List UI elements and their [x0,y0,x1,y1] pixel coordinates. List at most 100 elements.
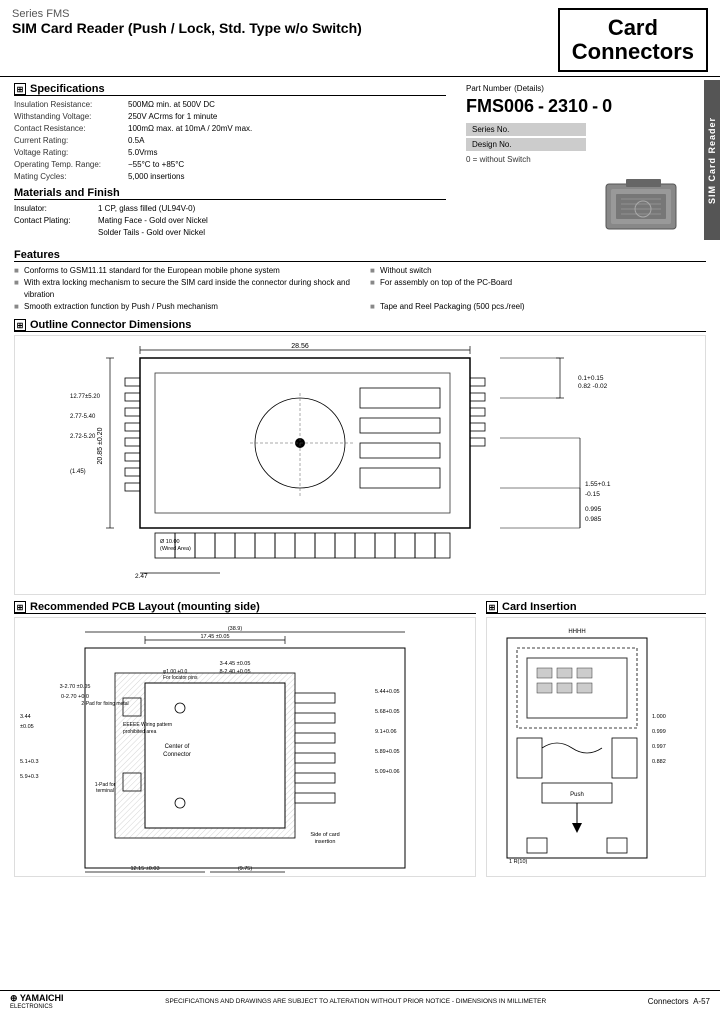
svg-text:12.77±5.20: 12.77±5.20 [70,394,101,400]
svg-text:1.55+0.1: 1.55+0.1 [585,481,611,488]
spec-row: Mating Cycles:5,000 insertions [14,171,446,183]
svg-text:(9.75): (9.75) [238,866,253,872]
mat-row: Contact Plating:Mating Face - Gold over … [14,215,446,227]
svg-text:Side of card: Side of card [310,832,339,838]
svg-text:(Wired Area): (Wired Area) [160,546,191,552]
specs-part-row: ⊞ Specifications Insulation Resistance:5… [14,83,706,241]
part-number-section: Part Number (Details) FMS006 - 2310 - 0 … [466,83,706,164]
svg-text:5.68+0.05: 5.68+0.05 [375,709,400,715]
svg-text:5.09+0.06: 5.09+0.06 [375,769,400,775]
card-insertion-title: ⊞ Card Insertion [486,601,706,614]
category-box: Card Connectors [558,8,708,72]
svg-text:5.44+0.05: 5.44+0.05 [375,689,400,695]
svg-text:8-2.40 +0.05: 8-2.40 +0.05 [219,669,250,675]
svg-text:1.000: 1.000 [652,714,666,720]
outline-title: ⊞ Outline Connector Dimensions [14,319,706,332]
side-label: SIM Card Reader [704,80,720,240]
svg-text:ΗΗΗΗ: ΗΗΗΗ [568,629,585,635]
features-title: Features [14,249,706,262]
svg-text:Center of: Center of [165,744,190,750]
svg-text:2-Pad for fixing metal: 2-Pad for fixing metal [81,701,128,707]
svg-text:2.47: 2.47 [135,573,148,580]
spec-row: Contact Resistance:100mΩ max. at 10mA / … [14,123,446,135]
card-insertion-block: ⊞ Card Insertion [486,601,706,911]
svg-text:12.15 ±0.03: 12.15 ±0.03 [130,866,159,872]
svg-text:0.882: 0.882 [652,759,666,765]
part-number-block: Part Number (Details) FMS006 - 2310 - 0 … [466,83,706,241]
outline-icon: ⊞ [14,319,26,331]
svg-text:9.1+0.06: 9.1+0.06 [375,729,397,735]
footer-logo: ⊕ YAMAICHI [10,993,64,1004]
svg-text:5.89+0.05: 5.89+0.05 [375,749,400,755]
pn-code: FMS006 - 2310 - 0 [466,96,706,117]
spec-row: Withstanding Voltage:250V ACrms for 1 mi… [14,111,446,123]
svg-text:0.997: 0.997 [652,744,666,750]
specs-icon: ⊞ [14,83,26,95]
main-content: ⊞ Specifications Insulation Resistance:5… [0,77,720,915]
svg-text:1 R(10): 1 R(10) [509,859,528,865]
specs-table: Insulation Resistance:500MΩ min. at 500V… [14,99,446,183]
feature-item: ■Without switch [370,265,706,277]
specs-title: ⊞ Specifications [14,83,446,96]
product-title: SIM Card Reader (Push / Lock, Std. Type … [12,20,362,36]
svg-text:EEEEE Wiring pattern: EEEEE Wiring pattern [123,722,172,728]
ci-svg: Push 1.000 0.999 0.997 0.882 1 R(10) ΗΗΗ… [487,618,702,877]
svg-text:17.45 ±0.05: 17.45 ±0.05 [200,634,229,640]
specs-block: ⊞ Specifications Insulation Resistance:5… [14,83,446,241]
svg-text:0.999: 0.999 [652,729,666,735]
svg-text:±0.05: ±0.05 [20,724,34,730]
feature-item: ■With extra locking mechanism to secure … [14,277,350,301]
pcb-icon: ⊞ [14,601,26,613]
svg-text:2.72-5.20: 2.72-5.20 [70,434,96,440]
product-image-area [466,174,706,241]
materials-title: Materials and Finish [14,187,446,200]
materials-table: Insulator:1 CP, glass filled (UL94V-0) C… [14,203,446,239]
mat-row: Solder Tails - Gold over Nickel [14,227,446,239]
pcb-diagram: Center of Connector Side of card inserti… [14,617,476,877]
features-block: Features ■Conforms to GSM11.11 standard … [14,249,706,313]
svg-text:Push: Push [570,792,584,798]
svg-text:terminal: terminal [96,788,114,794]
feature-item: ■Tape and Reel Packaging (500 pcs./reel) [370,301,706,313]
svg-text:0.82 -0.02: 0.82 -0.02 [578,383,608,390]
svg-text:prohibited area: prohibited area [123,729,157,735]
feature-item: ■For assembly on top of the PC-Board [370,277,706,301]
pcb-svg: Center of Connector Side of card inserti… [15,618,445,877]
features-list: ■Conforms to GSM11.11 standard for the E… [14,265,706,313]
bottom-section: ⊞ Recommended PCB Layout (mounting side) [14,601,706,911]
outline-diagram: 28.56 20.85 ±0.20 0.1+0.15 0.82 -0.02 [14,335,706,595]
spec-row: Voltage Rating:5.0Vrms [14,147,446,159]
svg-text:Outer dimension: Outer dimension [77,876,114,877]
outline-svg: 28.56 20.85 ±0.20 0.1+0.15 0.82 -0.02 [20,338,700,593]
svg-text:insertion: insertion [315,839,336,845]
spec-row: Operating Temp. Range:−55°C to +85°C [14,159,446,171]
svg-text:5.9+0.3: 5.9+0.3 [20,774,39,780]
category-connectors: Connectors [572,40,694,64]
header-title-block: Series FMS SIM Card Reader (Push / Lock,… [12,8,362,36]
pn-note: 0 = without Switch [466,155,706,164]
category-card: Card [572,16,694,40]
pn-series-label: Series No. [466,123,586,136]
series-title: Series FMS [12,8,362,20]
svg-text:Connector: Connector [163,752,191,758]
svg-text:-0.15: -0.15 [585,491,600,498]
svg-text:For locator pins: For locator pins [163,675,198,681]
page-header: Series FMS SIM Card Reader (Push / Lock,… [0,0,720,77]
pn-title: Part Number (Details) [466,83,706,94]
svg-text:28.56: 28.56 [291,343,309,350]
svg-text:(38.9): (38.9) [228,626,243,632]
product-image [601,174,686,239]
svg-text:3.44: 3.44 [20,714,31,720]
mat-row: Insulator:1 CP, glass filled (UL94V-0) [14,203,446,215]
feature-item: ■Conforms to GSM11.11 standard for the E… [14,265,350,277]
ci-icon: ⊞ [486,601,498,613]
pn-design-label: Design No. [466,138,586,151]
feature-item: ■Smooth extraction function by Push / Pu… [14,301,350,313]
svg-text:Ø 10.00: Ø 10.00 [160,539,180,545]
card-insertion-diagram: Push 1.000 0.999 0.997 0.882 1 R(10) ΗΗΗ… [486,617,706,877]
spec-row: Current Rating:0.5A [14,135,446,147]
footer-disclaimer: SPECIFICATIONS AND DRAWINGS ARE SUBJECT … [74,998,638,1005]
svg-text:0.995: 0.995 [585,506,602,513]
svg-text:0-2.70 +0.0: 0-2.70 +0.0 [61,694,89,700]
pcb-layout-block: ⊞ Recommended PCB Layout (mounting side) [14,601,476,911]
